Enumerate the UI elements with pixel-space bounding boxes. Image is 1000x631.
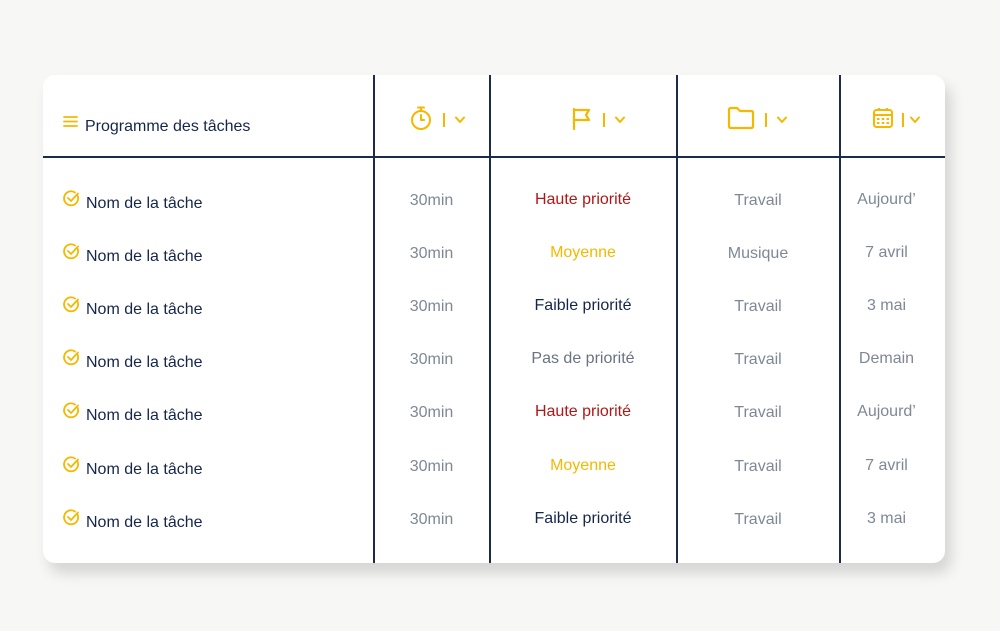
- table-row[interactable]: Nom de la tâche 30min Moyenne Travail 7 …: [43, 454, 945, 478]
- duration-value: 30min: [409, 245, 454, 262]
- column-divider: [489, 75, 491, 563]
- column-divider: [839, 75, 841, 563]
- chevron-down-icon[interactable]: [910, 111, 920, 129]
- priority-value[interactable]: Haute priorité: [490, 402, 676, 422]
- category-value[interactable]: Travail: [677, 297, 839, 317]
- task-cell[interactable]: Nom de la tâche: [63, 347, 203, 373]
- check-circle-icon[interactable]: [63, 455, 80, 479]
- task-name: Nom de la tâche: [86, 461, 203, 478]
- task-name: Nom de la tâche: [86, 248, 203, 265]
- task-cell[interactable]: Nom de la tâche: [63, 454, 203, 480]
- duration-value: 30min: [409, 404, 454, 421]
- priority-value[interactable]: Faible priorité: [490, 509, 676, 529]
- task-name: Nom de la tâche: [86, 301, 203, 318]
- date-value[interactable]: Aujourd’: [840, 402, 933, 422]
- column-divider: [373, 75, 375, 563]
- date-value[interactable]: Aujourd’: [840, 190, 933, 210]
- task-name: Nom de la tâche: [86, 514, 203, 531]
- separator: [603, 113, 605, 127]
- priority-column-header[interactable]: [571, 105, 625, 135]
- priority-value[interactable]: Pas de priorité: [490, 349, 676, 369]
- duration-column-header[interactable]: [409, 105, 465, 135]
- duration-value: 30min: [409, 192, 454, 209]
- table-row[interactable]: Nom de la tâche 30min Haute priorité Tra…: [43, 188, 945, 212]
- check-circle-icon[interactable]: [63, 242, 80, 266]
- category-value[interactable]: Travail: [677, 350, 839, 370]
- task-cell[interactable]: Nom de la tâche: [63, 241, 203, 267]
- folder-icon: [727, 106, 755, 135]
- category-value[interactable]: Musique: [677, 244, 839, 264]
- date-value[interactable]: 3 mai: [840, 509, 933, 529]
- flag-icon: [571, 106, 593, 135]
- category-value[interactable]: Travail: [677, 403, 839, 423]
- duration-value: 30min: [409, 351, 454, 368]
- task-cell[interactable]: Nom de la tâche: [63, 507, 203, 533]
- header-divider: [43, 156, 945, 158]
- chevron-down-icon[interactable]: [615, 111, 625, 129]
- stopwatch-icon: [409, 105, 433, 136]
- calendar-icon: [872, 107, 894, 134]
- date-value[interactable]: 7 avril: [840, 243, 933, 263]
- menu-icon[interactable]: [63, 114, 79, 135]
- table-row[interactable]: Nom de la tâche 30min Faible priorité Tr…: [43, 507, 945, 531]
- column-divider: [676, 75, 678, 563]
- category-column-header[interactable]: [727, 105, 787, 135]
- task-name: Nom de la tâche: [86, 195, 203, 212]
- check-circle-icon[interactable]: [63, 295, 80, 319]
- task-cell[interactable]: Nom de la tâche: [63, 400, 203, 426]
- check-circle-icon[interactable]: [63, 348, 80, 372]
- duration-value: 30min: [409, 511, 454, 528]
- date-value[interactable]: Demain: [840, 349, 933, 369]
- task-cell[interactable]: Nom de la tâche: [63, 188, 203, 214]
- task-name: Nom de la tâche: [86, 407, 203, 424]
- check-circle-icon[interactable]: [63, 401, 80, 425]
- duration-value: 30min: [409, 298, 454, 315]
- table-header-title: Programme des tâches: [63, 112, 250, 136]
- check-circle-icon[interactable]: [63, 508, 80, 532]
- date-column-header[interactable]: [872, 105, 920, 135]
- priority-value[interactable]: Moyenne: [490, 456, 676, 476]
- chevron-down-icon[interactable]: [455, 111, 465, 129]
- chevron-down-icon[interactable]: [777, 111, 787, 129]
- date-value[interactable]: 3 mai: [840, 296, 933, 316]
- category-value[interactable]: Travail: [677, 191, 839, 211]
- page-title: Programme des tâches: [85, 118, 251, 135]
- table-row[interactable]: Nom de la tâche 30min Pas de priorité Tr…: [43, 347, 945, 371]
- table-row[interactable]: Nom de la tâche 30min Haute priorité Tra…: [43, 400, 945, 424]
- date-value[interactable]: 7 avril: [840, 456, 933, 476]
- table-row[interactable]: Nom de la tâche 30min Moyenne Musique 7 …: [43, 241, 945, 265]
- task-cell[interactable]: Nom de la tâche: [63, 294, 203, 320]
- table-row[interactable]: Nom de la tâche 30min Faible priorité Tr…: [43, 294, 945, 318]
- duration-value: 30min: [409, 458, 454, 475]
- category-value[interactable]: Travail: [677, 510, 839, 530]
- separator: [902, 113, 904, 127]
- priority-value[interactable]: Haute priorité: [490, 190, 676, 210]
- priority-value[interactable]: Faible priorité: [490, 296, 676, 316]
- separator: [765, 113, 767, 127]
- task-name: Nom de la tâche: [86, 354, 203, 371]
- task-schedule-table: Programme des tâches Nom de la tâche 30m…: [43, 75, 945, 563]
- category-value[interactable]: Travail: [677, 457, 839, 477]
- priority-value[interactable]: Moyenne: [490, 243, 676, 263]
- separator: [443, 113, 445, 127]
- check-circle-icon[interactable]: [63, 189, 80, 213]
